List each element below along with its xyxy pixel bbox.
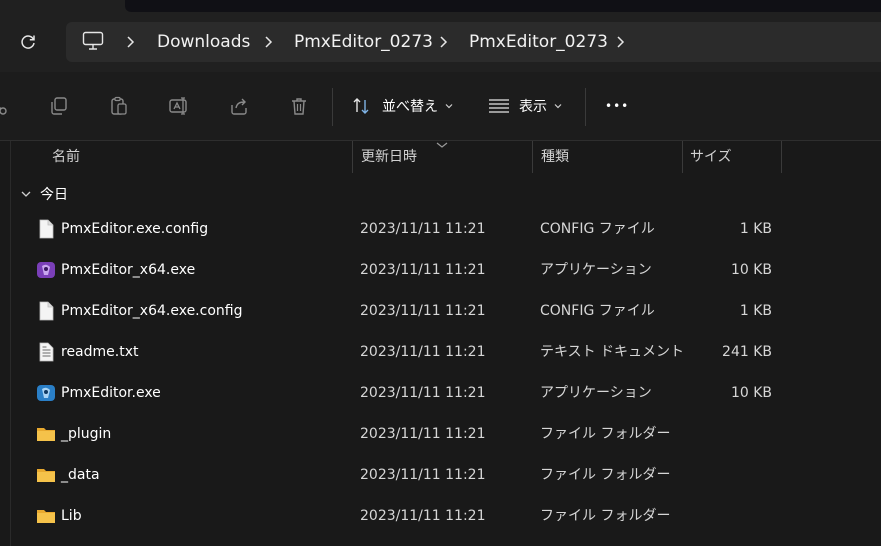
chevron-right-icon[interactable] <box>122 34 138 50</box>
sort-label: 並べ替え <box>382 99 438 115</box>
folder-icon <box>37 510 55 523</box>
nav-pane-border <box>10 141 11 546</box>
address-bar[interactable]: Downloads PmxEditor_0273 PmxEditor_0273 <box>66 22 881 62</box>
file-modified: 2023/11/11 11:21 <box>360 426 486 442</box>
view-list-icon <box>489 99 509 113</box>
toolbar-divider <box>332 88 333 126</box>
file-row[interactable]: PmxEditor_x64.exe 2023/11/11 11:21 アプリケー… <box>28 250 881 291</box>
file-name: PmxEditor.exe.config <box>61 221 209 237</box>
file-row[interactable]: readme.txt 2023/11/11 11:21 テキスト ドキュメント … <box>28 332 881 373</box>
file-size: 1 KB <box>739 221 772 237</box>
file-size: 241 KB <box>722 344 772 360</box>
file-modified: 2023/11/11 11:21 <box>360 467 486 483</box>
file-modified: 2023/11/11 11:21 <box>360 262 486 278</box>
rename-icon[interactable] <box>167 94 191 118</box>
file-modified: 2023/11/11 11:21 <box>360 385 486 401</box>
file-name: _data <box>61 467 100 483</box>
sort-icon <box>353 98 369 114</box>
app-purple-icon <box>37 262 55 278</box>
file-icon <box>39 219 54 239</box>
column-header-size[interactable]: サイズ <box>690 141 732 173</box>
breadcrumb-pmxeditor-parent[interactable]: PmxEditor_0273 <box>294 22 433 62</box>
view-label: 表示 <box>519 99 547 115</box>
file-size <box>682 496 772 537</box>
file-type: CONFIG ファイル <box>540 303 655 319</box>
monitor-icon[interactable] <box>82 31 104 55</box>
more-options-button[interactable]: ••• <box>605 92 629 120</box>
chevron-down-icon <box>445 104 453 109</box>
file-type: アプリケーション <box>540 385 652 401</box>
copy-icon[interactable] <box>47 94 71 118</box>
chevron-down-icon[interactable] <box>20 188 32 200</box>
folder-icon <box>37 428 55 441</box>
chevron-right-icon[interactable] <box>435 34 451 50</box>
view-button[interactable]: 表示 <box>488 92 563 120</box>
file-row[interactable]: PmxEditor_x64.exe.config 2023/11/11 11:2… <box>28 291 881 332</box>
file-row[interactable]: _data 2023/11/11 11:21 ファイル フォルダー <box>28 455 881 496</box>
file-name: PmxEditor.exe <box>61 385 161 401</box>
chevron-right-icon[interactable] <box>612 34 628 50</box>
chevron-right-icon[interactable] <box>260 34 276 50</box>
delete-icon[interactable] <box>287 94 311 118</box>
file-name: readme.txt <box>61 344 139 360</box>
breadcrumb-downloads[interactable]: Downloads <box>157 22 250 62</box>
file-size: 1 KB <box>739 303 772 319</box>
file-row[interactable]: Lib 2023/11/11 11:21 ファイル フォルダー <box>28 496 881 537</box>
group-header-today[interactable]: 今日 <box>20 180 68 208</box>
file-modified: 2023/11/11 11:21 <box>360 303 486 319</box>
refresh-icon <box>21 35 35 49</box>
cut-icon[interactable] <box>0 94 10 118</box>
file-modified: 2023/11/11 11:21 <box>360 221 486 237</box>
column-header-type[interactable]: 種類 <box>541 141 569 173</box>
column-header-name[interactable]: 名前 <box>52 141 80 173</box>
app-blue-icon <box>37 385 55 401</box>
column-resize-handle[interactable] <box>682 141 683 173</box>
file-type: アプリケーション <box>540 262 652 278</box>
column-header-modified[interactable]: 更新日時 <box>361 141 417 173</box>
group-label: 今日 <box>40 187 68 203</box>
file-row[interactable]: _plugin 2023/11/11 11:21 ファイル フォルダー <box>28 414 881 455</box>
file-type: ファイル フォルダー <box>540 467 671 483</box>
file-size <box>682 414 772 455</box>
file-name: PmxEditor_x64.exe.config <box>61 303 243 319</box>
folder-icon <box>37 469 55 482</box>
file-type: ファイル フォルダー <box>540 426 671 442</box>
paste-icon[interactable] <box>107 94 131 118</box>
file-row[interactable]: PmxEditor.exe.config 2023/11/11 11:21 CO… <box>28 209 881 250</box>
file-name: _plugin <box>61 426 112 442</box>
file-type: CONFIG ファイル <box>540 221 655 237</box>
file-type: ファイル フォルダー <box>540 508 671 524</box>
file-name: Lib <box>61 508 82 524</box>
file-name: PmxEditor_x64.exe <box>61 262 196 278</box>
breadcrumb-pmxeditor-current[interactable]: PmxEditor_0273 <box>469 22 608 62</box>
refresh-button[interactable] <box>16 30 40 54</box>
file-row[interactable]: PmxEditor.exe 2023/11/11 11:21 アプリケーション … <box>28 373 881 414</box>
file-icon <box>39 301 54 321</box>
column-resize-handle[interactable] <box>352 141 353 173</box>
window-tab-strip <box>125 0 881 12</box>
command-bar: 並べ替え 表示 ••• <box>0 72 881 141</box>
file-modified: 2023/11/11 11:21 <box>360 508 486 524</box>
chevron-down-icon <box>554 104 562 109</box>
column-resize-handle[interactable] <box>781 141 782 173</box>
file-size: 10 KB <box>730 385 772 401</box>
toolbar-divider <box>585 88 586 126</box>
file-modified: 2023/11/11 11:21 <box>360 344 486 360</box>
column-resize-handle[interactable] <box>532 141 533 173</box>
file-size: 10 KB <box>730 262 772 278</box>
sort-button[interactable]: 並べ替え <box>352 92 454 120</box>
share-icon[interactable] <box>227 94 251 118</box>
file-size <box>682 455 772 496</box>
file-type: テキスト ドキュメント <box>540 344 685 360</box>
column-header-row: 名前 更新日時 種類 サイズ <box>0 141 881 173</box>
text-file-icon <box>39 342 54 362</box>
